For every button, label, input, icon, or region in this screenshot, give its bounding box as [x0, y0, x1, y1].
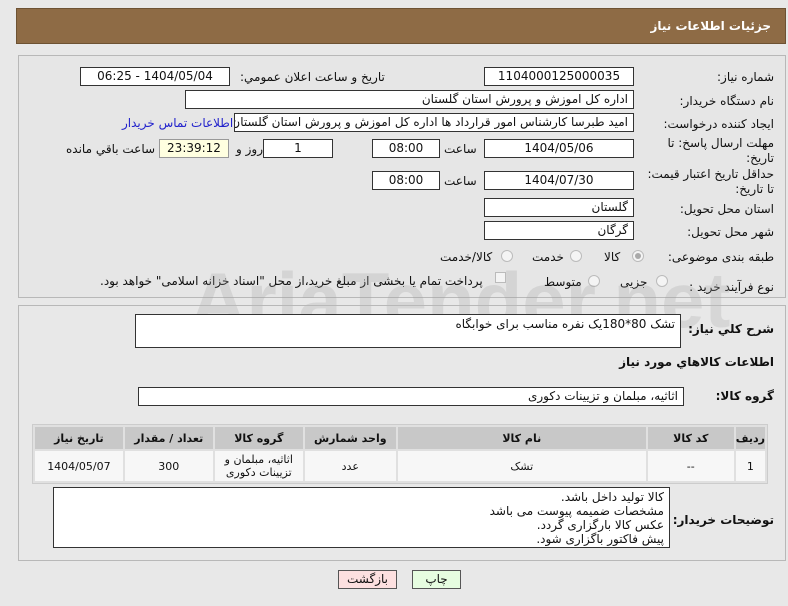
description-label: شرح کلي نیاز: — [688, 322, 774, 336]
note-line: پیش فاکتور باگزاری شود. — [536, 532, 664, 546]
province-field[interactable]: گلستان — [484, 198, 634, 217]
validity-time-label: ساعت — [444, 174, 477, 188]
col-code: کد کالا — [647, 427, 734, 449]
group-label: گروه کالا: — [715, 389, 774, 403]
print-button[interactable]: چاپ — [412, 570, 461, 589]
col-name: نام کالا — [397, 427, 646, 449]
process-label: نوع فرآیند خرید : — [689, 280, 774, 294]
category-option-goods: کالا — [604, 250, 621, 264]
cell-name: تشک — [397, 451, 646, 481]
note-line: عکس کالا بارگزاری گردد. — [536, 518, 664, 532]
category-radio-service[interactable] — [570, 250, 582, 262]
payment-checkbox[interactable] — [495, 272, 506, 283]
cell-code: -- — [647, 451, 734, 481]
buyer-org-label: نام دستگاه خریدار: — [679, 94, 775, 108]
notes-textarea[interactable]: کالا تولید داخل باشد. مشخصات ضمیمه پیوست… — [53, 487, 670, 548]
remaining-time-field: 23:39:12 — [159, 139, 229, 158]
validity-date-field[interactable]: 1404/07/30 — [484, 171, 634, 190]
col-qty: تعداد / مقدار — [124, 427, 213, 449]
table-row: 1 -- تشک عدد اثاثیه، مبلمان و تزیینات دک… — [35, 451, 765, 481]
col-group: گروه کالا — [214, 427, 303, 449]
creator-field[interactable]: امید طبرسا کارشناس امور قرارداد ها اداره… — [234, 113, 634, 132]
category-label: طبقه بندی موضوعی: — [667, 250, 774, 264]
goods-table: ردیف کد کالا نام کالا واحد شمارش گروه کا… — [32, 424, 768, 484]
need-number-field[interactable]: 1104000125000035 — [484, 67, 634, 86]
category-radio-goods-service[interactable] — [501, 250, 513, 262]
col-unit: واحد شمارش — [304, 427, 396, 449]
remaining-label: ساعت باقي مانده — [66, 142, 156, 156]
process-option-minor: جزیی — [620, 275, 648, 289]
category-radio-goods[interactable] — [632, 250, 644, 262]
payment-note: پرداخت تمام یا بخشی از مبلغ خرید،از محل … — [100, 274, 483, 288]
col-row: ردیف — [735, 427, 765, 449]
process-radio-minor[interactable] — [656, 275, 668, 287]
process-radio-medium[interactable] — [588, 275, 600, 287]
page-header: جزئیات اطلاعات نیاز — [16, 8, 786, 44]
cell-row: 1 — [735, 451, 765, 481]
announce-label: تاریخ و ساعت اعلان عمومي: — [240, 70, 385, 84]
col-date: تاریخ نیاز — [35, 427, 123, 449]
days-field[interactable]: 1 — [263, 139, 333, 158]
validity-time-field[interactable]: 08:00 — [372, 171, 440, 190]
city-field[interactable]: گرگان — [484, 221, 634, 240]
deadline-time-field[interactable]: 08:00 — [372, 139, 440, 158]
note-line: کالا تولید داخل باشد. — [560, 490, 664, 504]
need-number-label: شماره نیاز: — [717, 70, 774, 84]
notes-label: توضیحات خریدار: — [672, 513, 774, 527]
process-option-medium: متوسط — [544, 275, 582, 289]
deadline-label: مهلت ارسال پاسخ: تا تاریخ: — [667, 136, 774, 165]
table-header-row: ردیف کد کالا نام کالا واحد شمارش گروه کا… — [35, 427, 765, 449]
category-option-goods-service: کالا/خدمت — [440, 250, 493, 264]
group-field[interactable]: اثاثیه، مبلمان و تزیینات دکوری — [138, 387, 684, 406]
creator-label: ایجاد کننده درخواست: — [663, 117, 774, 131]
validity-label: حداقل تاریخ اعتبار قیمت: تا تاریخ: — [647, 167, 774, 196]
cell-date: 1404/05/07 — [35, 451, 123, 481]
province-label: استان محل تحویل: — [679, 202, 774, 216]
buyer-contact-link[interactable]: اطلاعات تماس خریدار — [122, 116, 233, 130]
announce-field[interactable]: 1404/05/04 - 06:25 — [80, 67, 230, 86]
category-option-service: خدمت — [532, 250, 564, 264]
buyer-org-field[interactable]: اداره کل اموزش و پرورش استان گلستان — [185, 90, 634, 109]
city-label: شهر محل تحویل: — [687, 225, 774, 239]
back-button[interactable]: بازگشت — [338, 570, 397, 589]
deadline-time-label: ساعت — [444, 142, 477, 156]
goods-section-title: اطلاعات کالاهاي مورد نیاز — [619, 355, 774, 369]
cell-unit: عدد — [304, 451, 396, 481]
note-line: مشخصات ضمیمه پیوست می باشد — [489, 504, 664, 518]
cell-group: اثاثیه، مبلمان و تزیینات دکوری — [214, 451, 303, 481]
description-textarea[interactable]: تشک 80*180یک نفره مناسب برای خوابگاه — [135, 314, 681, 348]
deadline-date-field[interactable]: 1404/05/06 — [484, 139, 634, 158]
cell-qty: 300 — [124, 451, 213, 481]
days-label: روز و — [236, 142, 263, 156]
